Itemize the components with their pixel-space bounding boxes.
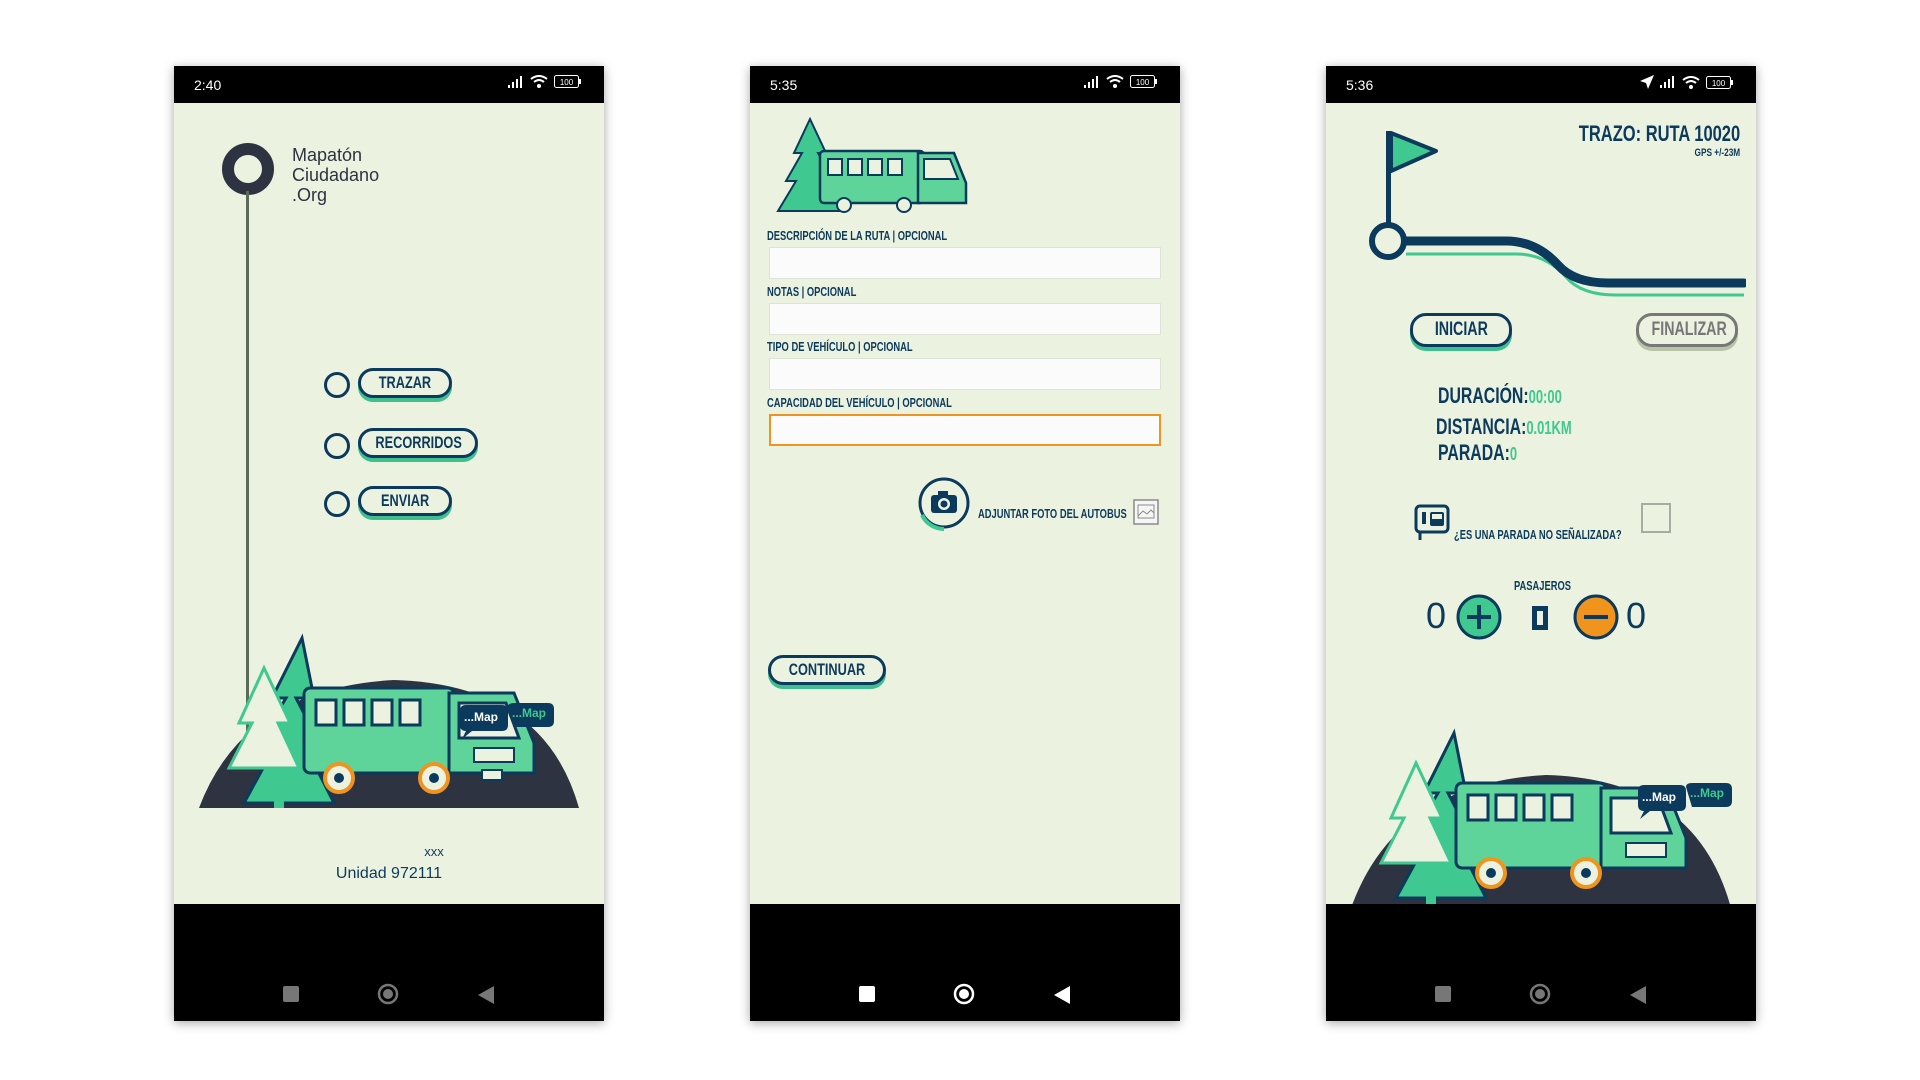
phone-home: 2:40 100 Mapatón Ciudadano .Org TRAZAR R… xyxy=(174,66,604,1021)
form-screen: DESCRIPCIÓN DE LA RUTA | OPCIONAL NOTAS … xyxy=(750,103,1180,904)
recents-icon[interactable] xyxy=(1435,986,1451,1002)
speech-text-a: ...Map xyxy=(1642,790,1677,804)
vehicle-capacity-label: CAPACIDAD DEL VEHÍCULO | OPCIONAL xyxy=(767,395,952,410)
signal-icon xyxy=(1084,75,1098,88)
nav-bar xyxy=(174,904,604,1021)
camera-icon[interactable] xyxy=(918,477,974,533)
distance-label: DISTANCIA: xyxy=(1436,414,1527,439)
stop-stat: PARADA:0 xyxy=(1438,440,1517,466)
status-icons: 100 xyxy=(1640,75,1734,89)
duration-label: DURACIÓN: xyxy=(1438,383,1529,408)
battery-icon: 100 xyxy=(1130,75,1157,88)
logo-line-3: .Org xyxy=(292,185,328,205)
wifi-icon xyxy=(1106,75,1124,88)
continue-button[interactable]: CONTINUAR xyxy=(768,655,886,685)
wifi-icon xyxy=(1682,75,1700,89)
battery-icon: 100 xyxy=(554,75,581,88)
vehicle-type-input[interactable] xyxy=(769,358,1161,390)
home-icon[interactable] xyxy=(1529,983,1551,1005)
back-icon[interactable] xyxy=(478,986,494,1004)
status-bar: 5:35 100 xyxy=(750,66,1180,103)
svg-text:100: 100 xyxy=(560,78,574,87)
recents-icon[interactable] xyxy=(283,986,299,1002)
status-icons: 100 xyxy=(1084,75,1158,88)
bus-small-illustration xyxy=(776,117,968,213)
speech-text-b: ...Map xyxy=(1690,786,1725,800)
svg-text:100: 100 xyxy=(1136,78,1150,87)
status-time: 2:40 xyxy=(194,77,222,93)
stop-label: PARADA: xyxy=(1438,440,1510,465)
logo-line-2: Ciudadano xyxy=(292,165,380,185)
map-speech-bubble: ...Map ...Map xyxy=(458,703,558,746)
enviar-label: ENVIAR xyxy=(380,491,430,510)
bus-stop-icon xyxy=(1414,504,1450,540)
unsignaled-stop-label: ¿ES UNA PARADA NO SEÑALIZADA? xyxy=(1454,527,1622,542)
wifi-icon xyxy=(530,75,548,88)
distance-value: 0.01KM xyxy=(1526,418,1572,438)
home-icon[interactable] xyxy=(377,983,399,1005)
footer-xxx: xxx xyxy=(174,844,604,859)
trace-screen: TRAZO: RUTA 10020 GPS +/-23M INICIAR FIN… xyxy=(1326,103,1756,904)
logo-line-1: Mapatón xyxy=(292,145,363,165)
distance-stat: DISTANCIA:0.01KM xyxy=(1436,414,1572,440)
status-time: 5:35 xyxy=(770,77,798,93)
finish-button[interactable]: FINALIZAR xyxy=(1636,313,1738,347)
phone-form: 5:35 100 DESCRIPCIÓN DE LA RUTA | OPCION… xyxy=(750,66,1180,1021)
svg-text:100: 100 xyxy=(1712,79,1726,88)
stop-value: 0 xyxy=(1509,444,1518,464)
battery-icon: 100 xyxy=(1706,75,1733,89)
unsignaled-stop-checkbox[interactable] xyxy=(1641,503,1671,533)
route-description-label: DESCRIPCIÓN DE LA RUTA | OPCIONAL xyxy=(767,228,948,243)
passengers-label: PASAJEROS xyxy=(1514,578,1572,593)
start-label: INICIAR xyxy=(1434,319,1488,340)
trazar-label: TRAZAR xyxy=(378,373,432,392)
back-icon[interactable] xyxy=(1054,986,1070,1004)
status-bar: 5:36 100 xyxy=(1326,66,1756,103)
route-track-illustration xyxy=(1369,131,1746,297)
speech-text-a: ...Map xyxy=(464,710,499,724)
passengers-left-count: 0 xyxy=(1426,595,1447,636)
speech-text-b: ...Map xyxy=(512,706,547,720)
attach-photo-label: ADJUNTAR FOTO DEL AUTOBUS xyxy=(978,506,1127,521)
signal-icon xyxy=(508,75,522,88)
status-time: 5:36 xyxy=(1346,77,1374,93)
nav-bar xyxy=(750,904,1180,1021)
map-speech-bubble: ...Map ...Map xyxy=(1636,783,1736,826)
status-bar: 2:40 100 xyxy=(174,66,604,103)
status-icons: 100 xyxy=(508,75,582,88)
trazar-radio-icon[interactable] xyxy=(324,372,350,398)
start-button[interactable]: INICIAR xyxy=(1410,313,1512,347)
recorridos-button[interactable]: RECORRIDOS xyxy=(358,428,478,458)
recents-icon[interactable] xyxy=(859,986,875,1002)
minus-icon[interactable] xyxy=(1572,593,1620,641)
vehicle-type-label: TIPO DE VEHÍCULO | OPCIONAL xyxy=(767,339,913,354)
continue-label: CONTINUAR xyxy=(788,660,866,679)
recorridos-label: RECORRIDOS xyxy=(375,433,462,452)
vehicle-capacity-input[interactable] xyxy=(769,414,1161,446)
home-icon[interactable] xyxy=(953,983,975,1005)
duration-stat: DURACIÓN:00:00 xyxy=(1438,383,1562,409)
plus-icon[interactable] xyxy=(1455,593,1503,641)
enviar-radio-icon[interactable] xyxy=(324,491,350,517)
finish-label: FINALIZAR xyxy=(1651,319,1727,340)
unit-label: Unidad 972111 xyxy=(335,865,443,882)
enviar-button[interactable]: ENVIAR xyxy=(358,486,452,516)
logo-text: Mapatón Ciudadano .Org xyxy=(292,145,379,205)
route-description-input[interactable] xyxy=(769,247,1161,279)
back-icon[interactable] xyxy=(1630,986,1646,1004)
duration-value: 00:00 xyxy=(1528,387,1562,407)
nav-bar xyxy=(1326,904,1756,1021)
passengers-right-count: 0 xyxy=(1626,595,1647,636)
home-screen: Mapatón Ciudadano .Org TRAZAR RECORRIDOS… xyxy=(174,103,604,904)
notes-input[interactable] xyxy=(769,303,1161,335)
location-arrow-icon xyxy=(1640,75,1654,89)
notes-label: NOTAS | OPCIONAL xyxy=(767,284,857,299)
signal-icon xyxy=(1660,76,1674,88)
phone-trace: 5:36 100 TRAZO: RUTA 10020 GPS +/-23M IN… xyxy=(1326,66,1756,1021)
recorridos-radio-icon[interactable] xyxy=(324,433,350,459)
footer-line-1: xxx xyxy=(424,844,444,859)
trazar-button[interactable]: TRAZAR xyxy=(358,368,452,398)
image-placeholder-icon[interactable] xyxy=(1133,499,1159,525)
door-icon xyxy=(1532,606,1548,630)
